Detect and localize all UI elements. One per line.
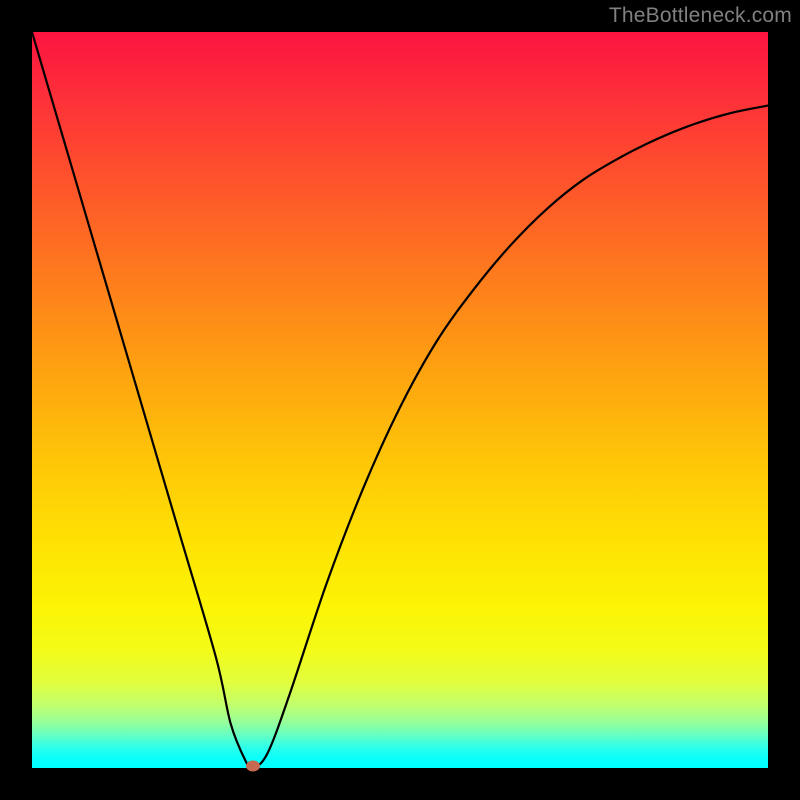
plot-area xyxy=(32,32,768,768)
curve-svg xyxy=(32,32,768,768)
optimum-marker xyxy=(246,761,260,772)
watermark-text: TheBottleneck.com xyxy=(609,4,792,28)
bottleneck-curve xyxy=(32,32,768,768)
chart-frame: TheBottleneck.com xyxy=(0,0,800,800)
